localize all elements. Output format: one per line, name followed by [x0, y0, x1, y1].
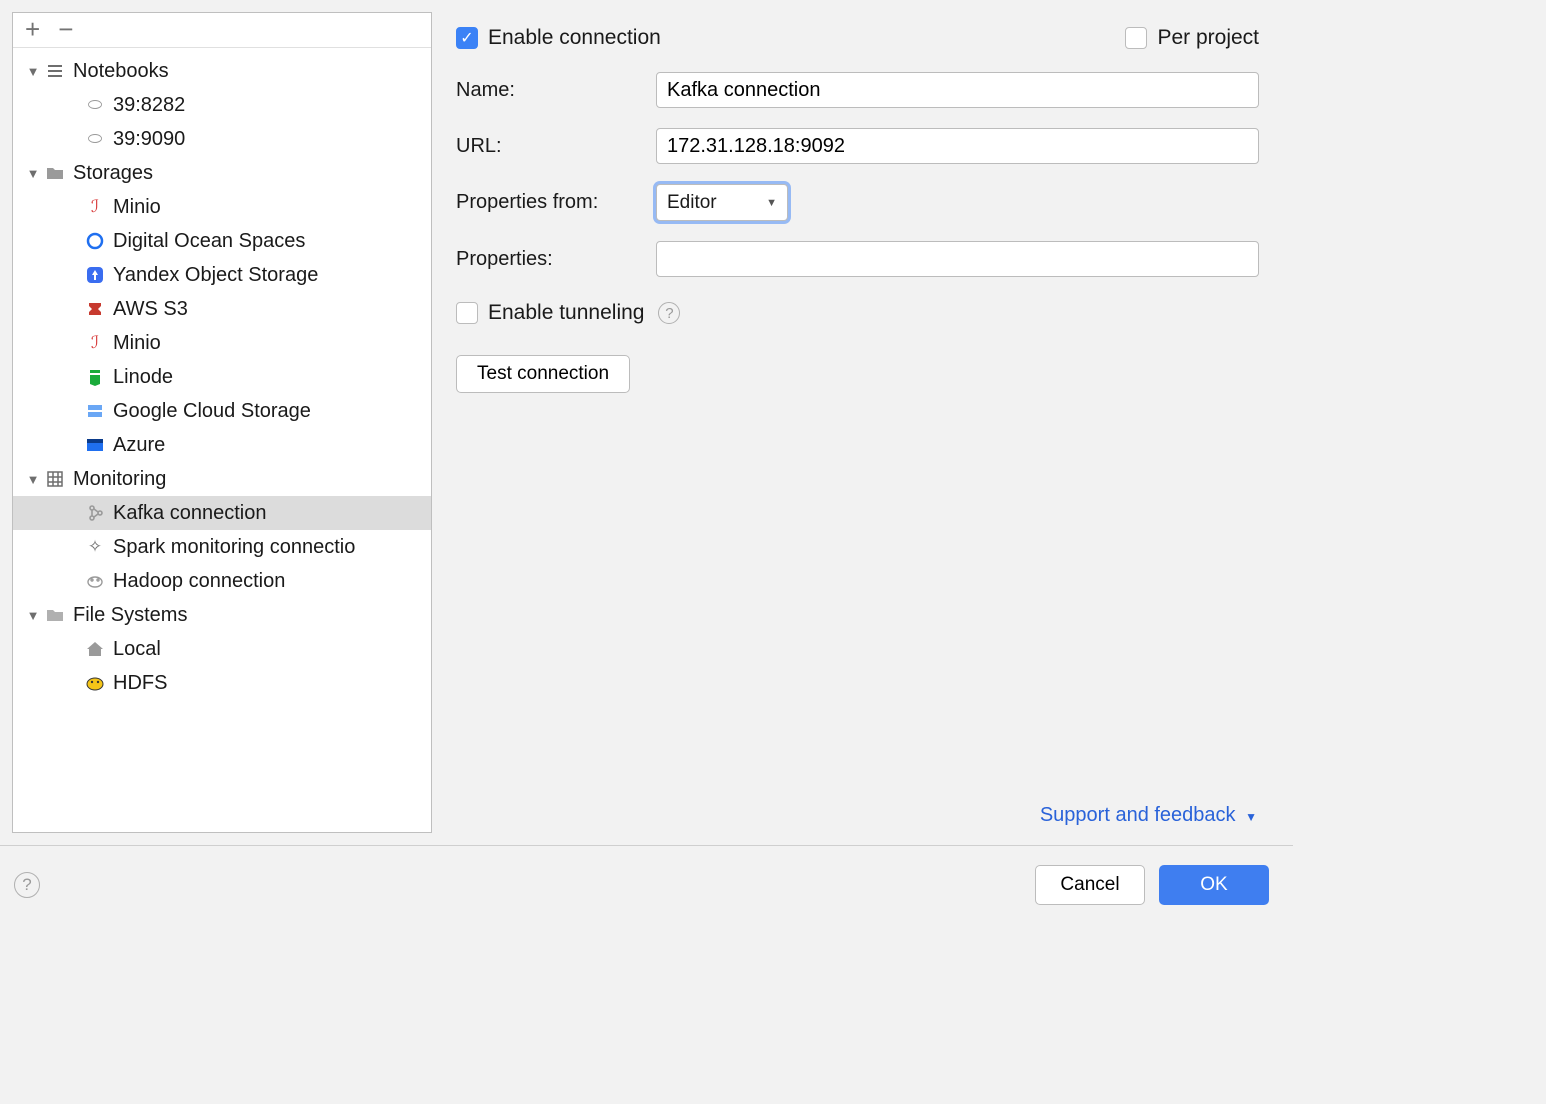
- help-icon[interactable]: ?: [14, 872, 40, 898]
- yandex-icon: [83, 263, 107, 287]
- enable-tunneling-label: Enable tunneling: [488, 301, 644, 325]
- url-label: URL:: [456, 135, 656, 158]
- folder-plain-icon: [43, 603, 67, 627]
- tree-item-kafka[interactable]: Kafka connection: [13, 496, 431, 530]
- tree-item-storage[interactable]: ℐ Minio: [13, 326, 431, 360]
- checkbox-icon: [1125, 27, 1147, 49]
- chevron-down-icon: ▼: [23, 608, 43, 623]
- tree-item-storage[interactable]: Yandex Object Storage: [13, 258, 431, 292]
- tree-group-notebooks[interactable]: ▼ Notebooks: [13, 54, 431, 88]
- properties-label: Properties:: [456, 248, 656, 271]
- name-input[interactable]: [656, 72, 1259, 108]
- tree-item-label: HDFS: [113, 672, 167, 695]
- connections-tree: ▼ Notebooks ⬭ 39:8282 ⬭ 39:9090 ▼ St: [13, 48, 431, 832]
- home-icon: [83, 637, 107, 661]
- support-feedback-label: Support and feedback: [1040, 804, 1236, 826]
- tree-item-storage[interactable]: AWS S3: [13, 292, 431, 326]
- ok-button[interactable]: OK: [1159, 865, 1269, 905]
- tree-group-label: Monitoring: [73, 468, 166, 491]
- properties-from-value: Editor: [667, 192, 717, 214]
- tree-item-label: Spark monitoring connectio: [113, 536, 355, 559]
- per-project-label: Per project: [1157, 26, 1259, 50]
- add-button[interactable]: +: [25, 17, 40, 41]
- properties-from-select[interactable]: Editor ▼: [656, 184, 788, 221]
- tree-item-label: Minio: [113, 196, 161, 219]
- tree-item-storage[interactable]: ℐ Minio: [13, 190, 431, 224]
- sidebar-toolbar: + −: [13, 13, 431, 48]
- tree-item-label: Digital Ocean Spaces: [113, 230, 305, 253]
- enable-connection-label: Enable connection: [488, 26, 661, 50]
- name-label: Name:: [456, 79, 656, 102]
- enable-connection-checkbox[interactable]: ✓ Enable connection: [456, 26, 661, 50]
- tree-item-label: Minio: [113, 332, 161, 355]
- tree-group-label: Storages: [73, 162, 153, 185]
- connection-form: ✓ Enable connection Per project Name: UR…: [432, 0, 1293, 845]
- support-feedback-link[interactable]: Support and feedback ▼: [456, 804, 1259, 845]
- tree-item-label: Google Cloud Storage: [113, 400, 311, 423]
- tree-item-label: Azure: [113, 434, 165, 457]
- tree-item-storage[interactable]: Linode: [13, 360, 431, 394]
- tree-item-spark[interactable]: ✧ Spark monitoring connectio: [13, 530, 431, 564]
- tree-group-monitoring[interactable]: ▼ Monitoring: [13, 462, 431, 496]
- cancel-button[interactable]: Cancel: [1035, 865, 1145, 905]
- grid-icon: [43, 467, 67, 491]
- test-connection-button[interactable]: Test connection: [456, 355, 630, 393]
- minio-icon: ℐ: [83, 195, 107, 219]
- chevron-down-icon: ▼: [1245, 810, 1257, 824]
- spark-icon: ✧: [83, 535, 107, 559]
- per-project-checkbox[interactable]: Per project: [1125, 26, 1259, 50]
- hadoop-icon: [83, 569, 107, 593]
- dialog-footer: ? Cancel OK: [0, 845, 1293, 923]
- kafka-icon: [83, 501, 107, 525]
- tree-group-filesystems[interactable]: ▼ File Systems: [13, 598, 431, 632]
- chevron-down-icon: ▼: [23, 472, 43, 487]
- tree-item-notebook[interactable]: ⬭ 39:9090: [13, 122, 431, 156]
- tree-item-local[interactable]: Local: [13, 632, 431, 666]
- tree-item-storage[interactable]: Google Cloud Storage: [13, 394, 431, 428]
- chevron-down-icon: ▼: [23, 166, 43, 181]
- enable-tunneling-checkbox[interactable]: Enable tunneling: [456, 301, 644, 325]
- tree-item-label: Hadoop connection: [113, 570, 285, 593]
- tree-item-label: 39:9090: [113, 128, 185, 151]
- tree-item-hadoop[interactable]: Hadoop connection: [13, 564, 431, 598]
- chevron-down-icon: ▼: [766, 197, 777, 209]
- checkbox-icon: [456, 302, 478, 324]
- tree-item-storage[interactable]: Digital Ocean Spaces: [13, 224, 431, 258]
- link-icon: ⬭: [83, 127, 107, 151]
- chevron-down-icon: ▼: [23, 64, 43, 79]
- tree-item-hdfs[interactable]: HDFS: [13, 666, 431, 700]
- url-input[interactable]: [656, 128, 1259, 164]
- do-icon: [83, 229, 107, 253]
- hdfs-icon: [83, 671, 107, 695]
- tree-item-label: Yandex Object Storage: [113, 264, 318, 287]
- aws-icon: [83, 297, 107, 321]
- tree-group-label: Notebooks: [73, 60, 169, 83]
- help-icon[interactable]: ?: [658, 302, 680, 324]
- properties-input[interactable]: [656, 241, 1259, 277]
- link-icon: ⬭: [83, 93, 107, 117]
- gcs-icon: [83, 399, 107, 423]
- linode-icon: [83, 365, 107, 389]
- tree-item-label: Linode: [113, 366, 173, 389]
- connections-sidebar: + − ▼ Notebooks ⬭ 39:8282 ⬭ 39:9090: [12, 12, 432, 833]
- azure-icon: [83, 433, 107, 457]
- tree-group-label: File Systems: [73, 604, 187, 627]
- tree-item-storage[interactable]: Azure: [13, 428, 431, 462]
- tree-item-label: AWS S3: [113, 298, 188, 321]
- tree-group-storages[interactable]: ▼ Storages: [13, 156, 431, 190]
- checkbox-icon: ✓: [456, 27, 478, 49]
- minio-icon: ℐ: [83, 331, 107, 355]
- tree-item-label: Local: [113, 638, 161, 661]
- tree-item-label: 39:8282: [113, 94, 185, 117]
- folder-icon: [43, 161, 67, 185]
- remove-button[interactable]: −: [58, 17, 73, 41]
- tree-item-label: Kafka connection: [113, 502, 266, 525]
- tree-item-notebook[interactable]: ⬭ 39:8282: [13, 88, 431, 122]
- properties-from-label: Properties from:: [456, 191, 656, 214]
- list-icon: [43, 59, 67, 83]
